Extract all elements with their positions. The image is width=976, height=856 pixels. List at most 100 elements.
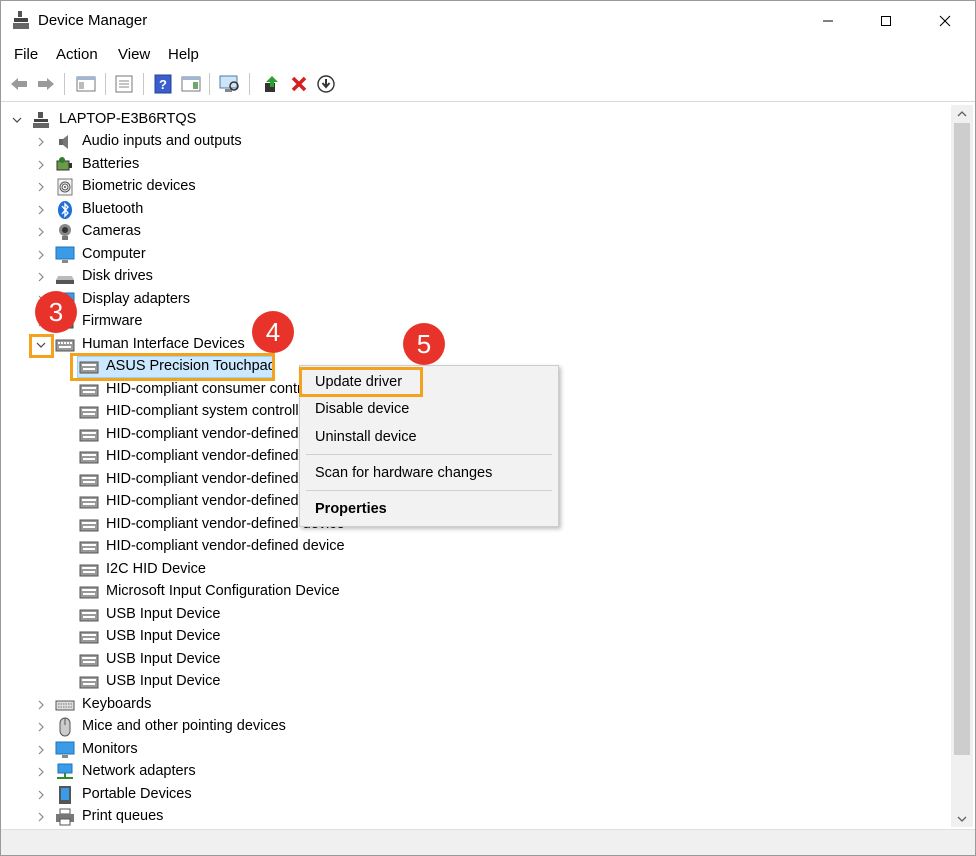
chevron-right-icon[interactable] [35, 181, 47, 193]
show-hide-console-tree-icon[interactable] [74, 72, 98, 96]
tree-device[interactable]: USB Input Device [5, 649, 949, 671]
tree-category-label: Disk drives [82, 268, 153, 284]
tree-category-label: Bluetooth [82, 200, 144, 217]
chevron-right-icon[interactable] [35, 766, 47, 778]
mouse-icon [55, 717, 75, 737]
tree-device-label: HID-compliant system controller [106, 403, 312, 419]
menu-help[interactable]: Help [168, 46, 199, 63]
chevron-down-icon[interactable] [11, 114, 23, 126]
tree-category-portable[interactable]: Portable Devices [5, 784, 949, 806]
monitor-icon [55, 740, 75, 760]
highlight-expand-chevron [29, 334, 54, 358]
hid-device-icon [79, 380, 99, 400]
tree-category-label: Portable Devices [82, 785, 192, 802]
tree-root[interactable]: LAPTOP-E3B6RTQS [5, 109, 949, 131]
hid-device-icon [79, 560, 99, 580]
chevron-right-icon[interactable] [35, 204, 47, 216]
camera-icon [55, 222, 75, 242]
menu-view[interactable]: View [118, 46, 150, 63]
tree-category-disk-drives[interactable]: Disk drives [5, 266, 949, 288]
tree-category-firmware[interactable]: Firmware [5, 311, 949, 333]
title-bar: Device Manager [1, 1, 975, 41]
back-icon[interactable] [7, 72, 31, 96]
chevron-right-icon[interactable] [35, 721, 47, 733]
chevron-right-icon[interactable] [35, 159, 47, 171]
tree-category-mice[interactable]: Mice and other pointing devices [5, 716, 949, 738]
rollback-icon[interactable] [314, 72, 338, 96]
scroll-down-icon[interactable] [951, 810, 973, 827]
tree-category-bluetooth[interactable]: Bluetooth [5, 199, 949, 221]
scroll-up-icon[interactable] [951, 105, 973, 122]
tree-category-label: Batteries [82, 155, 140, 172]
chevron-right-icon[interactable] [35, 811, 47, 823]
forward-icon[interactable] [34, 72, 58, 96]
tree-device[interactable]: I2C HID Device [5, 559, 949, 581]
tree-category-biometric[interactable]: Biometric devices [5, 176, 949, 198]
tree-category-print-queues[interactable]: Print queues [5, 806, 949, 827]
window-title: Device Manager [38, 12, 148, 29]
help-icon[interactable]: ? [151, 72, 175, 96]
chevron-right-icon[interactable] [35, 136, 47, 148]
update-driver-icon[interactable] [259, 72, 283, 96]
horizontal-scrollbar [1, 829, 975, 855]
tree-category-batteries[interactable]: Batteries [5, 154, 949, 176]
tree-device-label: Microsoft Input Configuration Device [106, 583, 340, 599]
step-3-badge: 3 [35, 291, 77, 333]
bluetooth-icon [55, 200, 75, 220]
device-manager-app-icon [12, 10, 30, 30]
context-item-label: Disable device [315, 401, 410, 417]
chevron-right-icon[interactable] [35, 249, 47, 261]
menu-bar: File Action View Help [1, 43, 975, 67]
menu-action[interactable]: Action [56, 46, 98, 63]
context-scan-hardware[interactable]: Scan for hardware changes [300, 461, 558, 487]
context-uninstall-device[interactable]: Uninstall device [300, 425, 558, 451]
tree-category-label: Monitors [82, 740, 138, 757]
maximize-button[interactable] [863, 1, 909, 41]
hid-device-icon [79, 650, 99, 670]
action-pane-icon[interactable] [179, 72, 203, 96]
context-properties[interactable]: Properties [300, 497, 558, 523]
scan-hardware-icon[interactable] [218, 72, 242, 96]
hid-icon [55, 335, 75, 355]
vertical-scrollbar[interactable] [951, 105, 973, 827]
network-icon [55, 762, 75, 782]
chevron-right-icon[interactable] [35, 789, 47, 801]
tree-category-monitors[interactable]: Monitors [5, 739, 949, 761]
printer-icon [55, 807, 75, 827]
tree-category-label: Computer [82, 245, 146, 262]
tree-category-computer[interactable]: Computer [5, 244, 949, 266]
tree-category-cameras[interactable]: Cameras [5, 221, 949, 243]
minimize-button[interactable] [805, 1, 851, 41]
uninstall-icon[interactable] [287, 72, 311, 96]
menu-file[interactable]: File [14, 46, 38, 63]
properties-icon[interactable] [112, 72, 136, 96]
chevron-right-icon[interactable] [35, 699, 47, 711]
chevron-right-icon[interactable] [35, 271, 47, 283]
step-5-badge: 5 [403, 323, 445, 365]
highlight-update-driver [299, 367, 423, 397]
hid-device-icon [79, 605, 99, 625]
chevron-right-icon[interactable] [35, 226, 47, 238]
context-item-label: Uninstall device [315, 429, 417, 445]
scroll-thumb[interactable] [954, 123, 970, 755]
battery-icon [55, 155, 75, 175]
close-button[interactable] [922, 1, 968, 41]
tree-device[interactable]: USB Input Device [5, 626, 949, 648]
hid-device-icon [79, 627, 99, 647]
context-disable-device[interactable]: Disable device [300, 397, 558, 423]
tree-root-label: LAPTOP-E3B6RTQS [59, 111, 197, 127]
tree-device-label: HID-compliant vendor-defined device [106, 538, 345, 554]
tree-device[interactable]: USB Input Device [5, 671, 949, 693]
tree-device[interactable]: Microsoft Input Configuration Device [5, 581, 949, 603]
tree-device[interactable]: USB Input Device [5, 604, 949, 626]
tree-category-display-adapters[interactable]: Display adapters [5, 289, 949, 311]
tree-category-label: Keyboards [82, 695, 152, 712]
tree-category-network[interactable]: Network adapters [5, 761, 949, 783]
hid-device-icon [79, 425, 99, 445]
tree-category-audio[interactable]: Audio inputs and outputs [5, 131, 949, 153]
tree-device-label: USB Input Device [106, 605, 221, 622]
chevron-right-icon[interactable] [35, 744, 47, 756]
tree-device[interactable]: HID-compliant vendor-defined device [5, 536, 949, 558]
tree-category-label: Print queues [82, 808, 164, 824]
tree-category-keyboards[interactable]: Keyboards [5, 694, 949, 716]
